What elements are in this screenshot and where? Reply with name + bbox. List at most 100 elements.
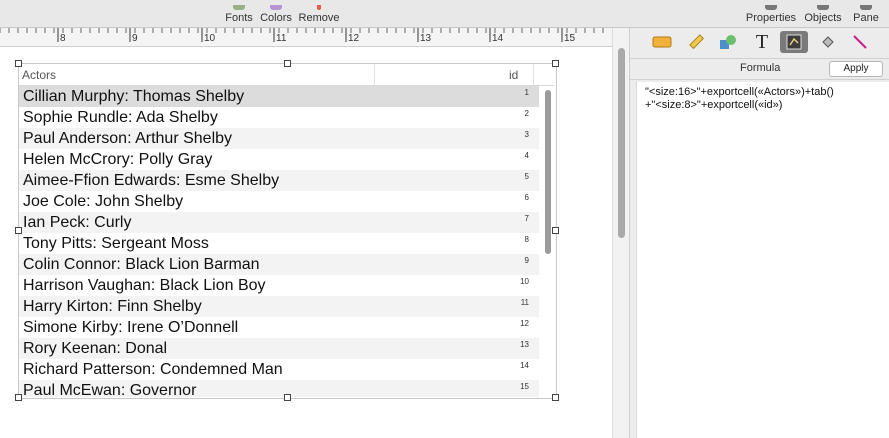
- formula-editor[interactable]: "<size:16>"+exportcell(«Actors»)+tab() +…: [636, 82, 889, 438]
- table-row[interactable]: Harrison Vaughan: Black Lion Boy 10: [19, 275, 539, 296]
- id-cell: 11: [520, 298, 529, 307]
- remove-label: Remove: [298, 12, 340, 24]
- fill-icon: [822, 36, 834, 48]
- column-divider: [533, 64, 534, 85]
- actor-cell: Rory Keenan: Donal: [23, 340, 168, 357]
- tab-text[interactable]: T: [748, 31, 776, 53]
- id-cell: 13: [520, 340, 529, 349]
- properties-label: Properties: [745, 12, 797, 24]
- pane-button[interactable]: Pane: [850, 0, 882, 27]
- resize-handle-bottom-left[interactable]: [15, 394, 22, 401]
- id-cell: 7: [524, 214, 529, 223]
- id-cell: 3: [524, 130, 529, 139]
- formula-header: Formula Apply: [630, 58, 889, 80]
- formula-icon: [786, 34, 802, 50]
- resize-handle-right[interactable]: [552, 227, 559, 234]
- table-row[interactable]: Helen McCrory: Polly Gray 4: [19, 149, 539, 170]
- actor-cell: Simone Kirby: Irene O’Donnell: [23, 319, 239, 336]
- actor-cell: Cillian Murphy: Thomas Shelby: [23, 88, 245, 105]
- actors-table[interactable]: Actors id Cillian Murphy: Thomas Shelby 1…: [18, 63, 557, 399]
- objects-button[interactable]: Objects: [802, 0, 844, 27]
- ruler-label: 15: [564, 33, 576, 44]
- horizontal-ruler: 8 9 10 11 12 13 14 15: [0, 28, 612, 47]
- table-row[interactable]: Sophie Rundle: Ada Shelby 2: [19, 107, 539, 128]
- tag-icon: [652, 36, 672, 48]
- resize-handle-left[interactable]: [15, 227, 22, 234]
- tab-ruler[interactable]: [682, 31, 710, 53]
- actor-cell: Paul McEwan: Governor: [23, 382, 197, 397]
- id-cell: 9: [524, 256, 529, 265]
- ruler-label: 12: [348, 33, 360, 44]
- table-row[interactable]: Colin Connor: Black Lion Barman 9: [19, 254, 539, 275]
- table-row[interactable]: Richard Patterson: Condemned Man 14: [19, 359, 539, 380]
- canvas-scrollbar[interactable]: [612, 28, 629, 438]
- fonts-icon: [233, 5, 245, 10]
- resize-handle-top-left[interactable]: [15, 60, 22, 67]
- header-actors[interactable]: Actors: [22, 68, 56, 82]
- pane-label: Pane: [853, 12, 879, 24]
- column-divider: [374, 64, 375, 85]
- actor-cell: Colin Connor: Black Lion Barman: [23, 256, 260, 273]
- properties-panel: T Formula Apply "<size:16>"+exportcell(«…: [629, 28, 889, 438]
- table-row[interactable]: Cillian Murphy: Thomas Shelby 1: [19, 86, 539, 107]
- id-cell: 12: [520, 319, 529, 328]
- id-cell: 6: [524, 193, 529, 202]
- ruler-label: 13: [420, 33, 432, 44]
- actor-cell: Richard Patterson: Condemned Man: [23, 361, 283, 378]
- table-row[interactable]: Rory Keenan: Donal 13: [19, 338, 539, 359]
- actor-cell: Ian Peck: Curly: [23, 214, 132, 231]
- table-row[interactable]: Paul McEwan: Governor 15: [19, 380, 539, 397]
- fonts-button[interactable]: Fonts: [222, 0, 256, 27]
- resize-handle-top[interactable]: [284, 60, 291, 67]
- ruler-label: 10: [204, 33, 216, 44]
- id-cell: 10: [520, 277, 529, 286]
- actor-cell: Joe Cole: John Shelby: [23, 193, 184, 210]
- apply-button[interactable]: Apply: [829, 61, 883, 77]
- properties-button[interactable]: Properties: [744, 0, 798, 27]
- table-row[interactable]: Ian Peck: Curly 7: [19, 212, 539, 233]
- actor-cell: Tony Pitts: Sergeant Moss: [23, 235, 209, 252]
- formula-title: Formula: [740, 62, 781, 74]
- ruler-label: 14: [492, 33, 504, 44]
- id-cell: 4: [524, 151, 529, 160]
- formula-line: "<size:16>"+exportcell(«Actors»)+tab(): [645, 86, 834, 98]
- actor-cell: Sophie Rundle: Ada Shelby: [23, 109, 218, 126]
- formula-line: +"<size:8>"+exportcell(«id»): [645, 99, 783, 111]
- shapes-icon: [720, 35, 736, 49]
- actor-cell: Paul Anderson: Arthur Shelby: [23, 130, 233, 147]
- remove-button[interactable]: Remove: [298, 0, 340, 27]
- table-row[interactable]: Aimee-Ffion Edwards: Esme Shelby 5: [19, 170, 539, 191]
- pen-icon: [853, 35, 867, 49]
- text-icon: T: [755, 30, 769, 53]
- id-cell: 14: [520, 361, 529, 370]
- id-cell: 15: [520, 382, 529, 391]
- toolbar: Fonts Colors Remove Properties Objects P…: [0, 0, 889, 28]
- resize-handle-bottom-right[interactable]: [552, 394, 559, 401]
- header-id[interactable]: id: [509, 68, 518, 82]
- resize-handle-top-right[interactable]: [552, 60, 559, 67]
- table-row[interactable]: Joe Cole: John Shelby 6: [19, 191, 539, 212]
- tab-pen[interactable]: [846, 31, 874, 53]
- ruler-label: 11: [276, 33, 287, 44]
- table-row[interactable]: Simone Kirby: Irene O’Donnell 12: [19, 317, 539, 338]
- ruler-label: 8: [60, 33, 66, 44]
- actor-cell: Aimee-Ffion Edwards: Esme Shelby: [23, 172, 280, 189]
- table-scrollbar-thumb[interactable]: [545, 90, 551, 254]
- colors-icon: [270, 5, 282, 10]
- resize-handle-bottom[interactable]: [284, 394, 291, 401]
- id-cell: 1: [524, 88, 529, 97]
- table-row[interactable]: Harry Kirton: Finn Shelby 11: [19, 296, 539, 317]
- ruler-ticks: 8 9 10 11 12 13 14 15: [0, 28, 604, 44]
- colors-label: Colors: [260, 12, 292, 24]
- table-row[interactable]: Tony Pitts: Sergeant Moss 8: [19, 233, 539, 254]
- tab-shapes[interactable]: [714, 31, 742, 53]
- colors-button[interactable]: Colors: [258, 0, 294, 27]
- tab-formula[interactable]: [780, 31, 808, 53]
- objects-icon: [817, 5, 829, 10]
- canvas-scrollbar-thumb[interactable]: [618, 48, 625, 238]
- table-row[interactable]: Paul Anderson: Arthur Shelby 3: [19, 128, 539, 149]
- tab-tag[interactable]: [648, 31, 676, 53]
- tab-fill[interactable]: [814, 31, 842, 53]
- table-header: Actors id: [19, 64, 554, 86]
- table-rows: Cillian Murphy: Thomas Shelby 1 Sophie Run…: [19, 86, 539, 397]
